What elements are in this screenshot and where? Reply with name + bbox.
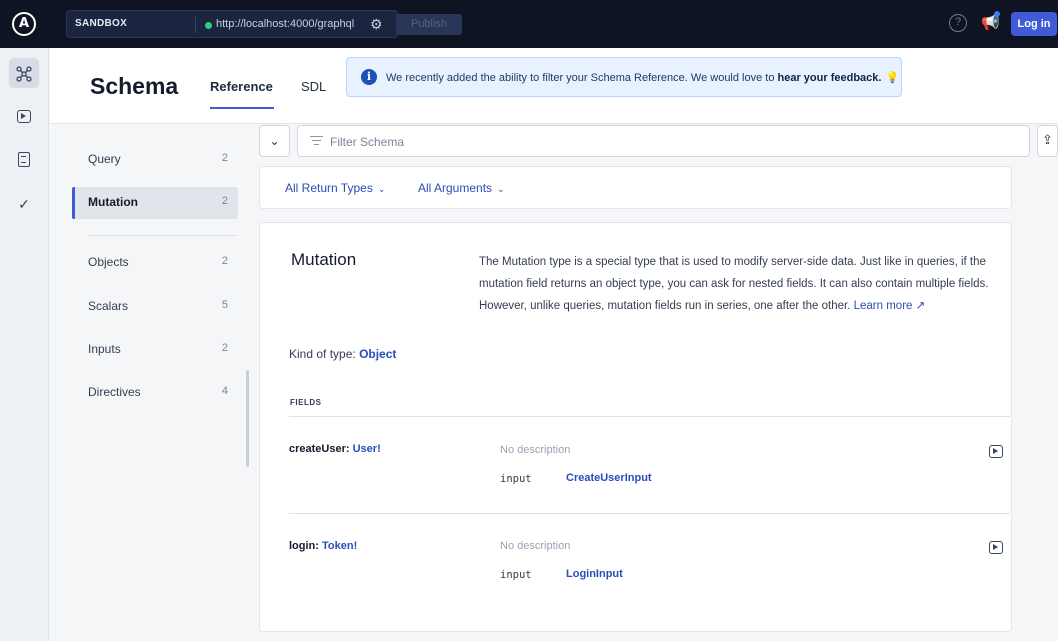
apollo-logo-icon[interactable]: A [12,12,36,36]
login-button[interactable]: Log in [1011,12,1057,36]
nav-divider [88,235,238,236]
field-arg-type-link[interactable]: CreateUserInput [566,472,652,484]
sidebar-item-count: 2 [221,195,228,207]
checks-icon[interactable]: ✓ [9,189,39,219]
return-types-label: All Return Types [285,181,373,195]
chevron-down-icon: ⌄ [497,184,505,194]
play-icon [17,109,31,123]
filters-bar: All Return Types ⌄ All Arguments ⌄ [259,166,1012,209]
active-tab-indicator [210,107,274,109]
type-description: The Mutation type is a special type that… [479,251,1009,317]
type-name: Mutation [291,250,357,269]
connection-status-icon [205,22,212,29]
explorer-icon[interactable] [9,58,39,88]
tab-sdl[interactable]: SDL [301,79,326,94]
sidebar-item-scalars[interactable]: Scalars 5 [72,291,238,323]
sidebar-item-directives[interactable]: Directives 4 [72,377,238,409]
field-arg-name: input [500,473,532,485]
run-field-icon[interactable] [989,445,1003,458]
sidebar-item-count: 2 [221,255,228,267]
sidebar-item-label: Objects [88,255,129,269]
field-type-link[interactable]: Token! [322,540,357,552]
sidebar-item-mutation[interactable]: Mutation 2 [72,187,238,219]
sidebar-scrollbar[interactable] [246,370,249,467]
kind-of-type: Kind of type: Object [289,347,396,361]
sidebar-item-label: Mutation [88,195,138,209]
top-bar: A SANDBOX http://localhost:4000/graphql … [0,0,1058,48]
sidebar-item-label: Inputs [88,342,121,356]
filter-schema-input[interactable] [330,132,1010,152]
sidebar-item-label: Query [88,152,121,166]
learn-more-link[interactable]: Learn more ↗ [854,300,926,312]
run-icon[interactable] [9,100,39,130]
url-divider [195,17,196,33]
sidebar-item-count: 5 [221,299,228,311]
field-arg-type-link[interactable]: LoginInput [566,568,623,580]
schema-graph-icon [16,66,32,82]
external-link-icon: ↗ [915,300,926,312]
field-type-link[interactable]: User! [353,443,381,455]
field-login: login: Token! [289,540,357,552]
field-description: No description [500,444,571,456]
arguments-label: All Arguments [418,181,493,195]
filter-schema-box [297,125,1030,157]
field-name: login: [289,540,319,552]
sidebar-item-objects[interactable]: Objects 2 [72,247,238,279]
notification-dot [994,11,1000,17]
tab-reference[interactable]: Reference [210,79,273,94]
field-divider [289,513,1010,514]
field-name: createUser: [289,443,350,455]
notice-text: We recently added the ability to filter … [386,71,899,84]
feedback-notice: i We recently added the ability to filte… [346,57,902,97]
sandbox-tag: SANDBOX [75,18,128,29]
field-create-user: createUser: User! [289,443,381,455]
fields-divider [289,416,1010,417]
sidebar-item-query[interactable]: Query 2 [72,144,238,176]
publish-button[interactable]: Publish [396,14,462,35]
sidebar-item-label: Directives [88,385,141,399]
field-arg-name: input [500,569,532,581]
filter-icon [310,136,323,146]
sidebar-item-count: 2 [221,152,228,164]
run-field-icon[interactable] [989,541,1003,554]
docs-icon[interactable] [9,143,39,173]
schema-header: Schema Reference SDL i We recently added… [50,48,1058,124]
arguments-dropdown[interactable]: All Arguments ⌄ [418,181,505,195]
collapse-nav-button[interactable]: ⌄ [259,125,290,157]
share-icon[interactable]: ⇪ [1037,125,1058,157]
endpoint-url[interactable]: http://localhost:4000/graphql [216,18,354,30]
fields-heading: FIELDS [290,398,322,407]
left-rail: ✓ [0,48,49,641]
gear-icon[interactable]: ⚙ [370,16,383,33]
info-icon: i [361,69,377,85]
sidebar-item-count: 4 [221,385,228,397]
chevron-down-icon: ⌄ [377,184,386,194]
field-description: No description [500,540,571,552]
learn-more-label: Learn more [853,300,913,312]
lightbulb-icon: 💡 [885,71,900,84]
notice-message: We recently added the ability to filter … [386,72,778,84]
sidebar-item-count: 2 [221,342,228,354]
help-icon[interactable]: ? [949,14,967,32]
schema-side-nav: Query 2 Mutation 2 Objects 2 Scalars 5 I… [50,125,254,641]
return-types-dropdown[interactable]: All Return Types ⌄ [285,181,385,195]
sidebar-item-inputs[interactable]: Inputs 2 [72,334,238,366]
page-title: Schema [90,73,179,99]
document-icon [18,151,30,167]
sidebar-item-label: Scalars [88,299,129,313]
feedback-link[interactable]: hear your feedback. [778,72,882,84]
kind-label: Kind of type: [289,347,356,361]
kind-value-link[interactable]: Object [359,347,396,361]
type-detail-card: Mutation The Mutation type is a special … [259,222,1012,632]
sandbox-endpoint-box: SANDBOX http://localhost:4000/graphql ⚙ … [66,10,462,38]
